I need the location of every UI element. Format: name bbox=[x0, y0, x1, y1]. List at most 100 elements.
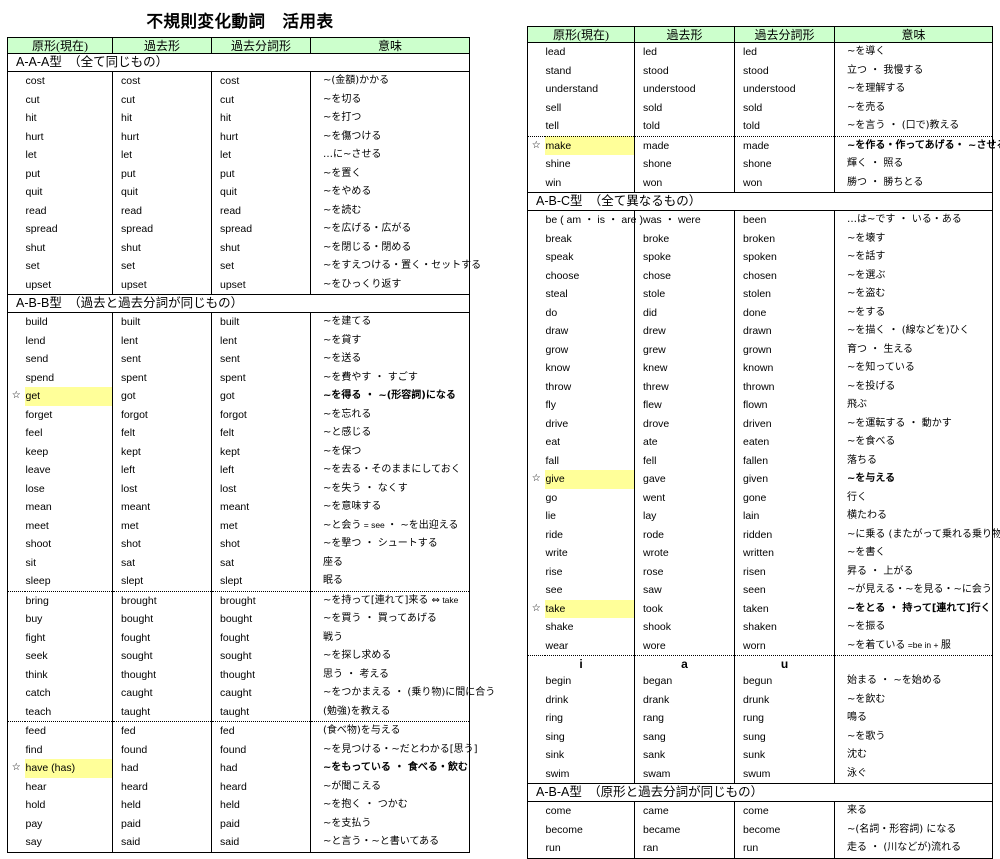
verb-meaning: ~を選ぶ bbox=[834, 266, 993, 285]
table-row[interactable]: win won won 勝つ ・ 勝ちとる bbox=[527, 173, 993, 193]
table-header-row: 原形(現在) 過去形 過去分詞形 意味 bbox=[7, 37, 470, 54]
table-row[interactable]: sell sold sold ~を売る bbox=[527, 98, 993, 117]
table-row[interactable]: stand stood stood 立つ ・ 我慢する bbox=[527, 61, 993, 80]
table-row[interactable]: mean meant meant ~を意味する bbox=[7, 498, 470, 517]
table-row[interactable]: read read read ~を読む bbox=[7, 201, 470, 220]
star-marker-cell bbox=[527, 340, 545, 359]
table-row[interactable]: spread spread spread ~を広げる・広がる bbox=[7, 220, 470, 239]
table-row[interactable]: hurt hurt hurt ~を傷つける bbox=[7, 127, 470, 146]
table-row[interactable]: eat ate eaten ~を食べる bbox=[527, 433, 993, 452]
table-row[interactable]: hear heard heard ~が聞こえる bbox=[7, 777, 470, 796]
table-row[interactable]: shut shut shut ~を閉じる・閉める bbox=[7, 238, 470, 257]
table-row[interactable]: send sent sent ~を送る bbox=[7, 350, 470, 369]
verb-past-form: came bbox=[634, 801, 735, 821]
table-row[interactable]: keep kept kept ~を保つ bbox=[7, 442, 470, 461]
verb-past-participle-form: sung bbox=[734, 727, 835, 746]
verb-past-participle-form: found bbox=[211, 740, 311, 759]
table-row[interactable]: teach taught taught (勉強)を教える bbox=[7, 702, 470, 722]
table-row[interactable]: pay paid paid ~を支払う bbox=[7, 814, 470, 833]
table-row[interactable]: sing sang sung ~を歌う bbox=[527, 727, 993, 746]
table-row[interactable]: go went gone 行く bbox=[527, 488, 993, 507]
table-row[interactable]: find found found ~を見つける・~だとわかる[思う] bbox=[7, 740, 478, 759]
table-row[interactable]: sink sank sunk 沈む bbox=[527, 746, 993, 765]
table-row[interactable]: fight fought fought 戦う bbox=[7, 628, 470, 647]
verb-meaning: ~を描く ・ (線などを)ひく bbox=[834, 322, 993, 341]
table-row[interactable]: shine shone shone 輝く ・ 照る bbox=[527, 155, 993, 174]
table-row[interactable]: lend lent lent ~を貸す bbox=[7, 331, 470, 350]
table-row[interactable]: lie lay lain 横たわる bbox=[527, 507, 993, 526]
table-row[interactable]: be ( am ・ is ・ are ) was ・ were been …は~です … bbox=[527, 210, 993, 230]
table-row[interactable]: draw drew drawn ~を描く ・ (線などを)ひく bbox=[527, 322, 993, 341]
table-row[interactable]: know knew known ~を知っている bbox=[527, 359, 993, 378]
table-row[interactable]: say said said ~と言う・~と書いてある bbox=[7, 833, 470, 852]
verb-past-participle-form: shone bbox=[734, 155, 835, 174]
table-row[interactable]: steal stole stolen ~を盗む bbox=[527, 285, 993, 304]
table-row[interactable]: wear wore worn ~を着ている =be in + 服 bbox=[527, 636, 993, 656]
table-row[interactable]: catch caught caught ~をつかまえる ・ (乗り物)に間に合う bbox=[7, 684, 495, 703]
table-row[interactable]: grow grew grown 育つ ・ 生える bbox=[527, 340, 993, 359]
table-row[interactable]: break broke broken ~を壊す bbox=[527, 229, 993, 248]
table-row[interactable]: do did done ~をする bbox=[527, 303, 993, 322]
table-row[interactable]: ☆ make made made ~を作る・作ってあげる・ ~させる bbox=[527, 135, 1000, 155]
table-row[interactable]: ☆ get got got ~を得る ・ ~(形容詞)になる bbox=[7, 387, 470, 406]
table-row[interactable]: choose chose chosen ~を選ぶ bbox=[527, 266, 993, 285]
table-row[interactable]: put put put ~を置く bbox=[7, 164, 470, 183]
table-row[interactable]: ☆ give gave given ~を与える bbox=[527, 470, 993, 489]
table-row[interactable]: hold held held ~を抱く ・ つかむ bbox=[7, 796, 470, 815]
table-row[interactable]: ride rode ridden ~に乗る (またがって乗れる乗り物) bbox=[527, 525, 1000, 544]
verb-meaning: (食べ物)を与える bbox=[310, 721, 470, 741]
verb-meaning: ~を見つける・~だとわかる[思う] bbox=[310, 740, 478, 759]
table-row[interactable]: lead led led ~を導く bbox=[527, 42, 993, 62]
table-row[interactable]: write wrote written ~を書く bbox=[527, 544, 993, 563]
table-row[interactable]: become became become ~(名詞・形容詞) になる bbox=[527, 820, 993, 839]
table-row[interactable]: set set set ~をすえつける・置く・セットする bbox=[7, 257, 481, 276]
table-row[interactable]: think thought thought 思う ・ 考える bbox=[7, 665, 470, 684]
table-row[interactable]: bring brought brought ~を持って[連れて]来る ⇔ take bbox=[7, 590, 470, 610]
table-row[interactable]: meet met met ~と会う = see ・ ~を出迎える bbox=[7, 516, 470, 535]
table-row[interactable]: quit quit quit ~をやめる bbox=[7, 183, 470, 202]
star-marker-cell bbox=[527, 672, 545, 691]
table-row[interactable]: see saw seen ~が見える・~を見る・~に会う bbox=[527, 581, 993, 600]
table-row[interactable]: ring rang rung 鳴る bbox=[527, 709, 993, 728]
table-row[interactable]: swim swam swum 泳ぐ bbox=[527, 764, 993, 784]
table-row[interactable]: throw threw thrown ~を投げる bbox=[527, 377, 993, 396]
table-row[interactable]: spend spent spent ~を費やす ・ すごす bbox=[7, 368, 470, 387]
verb-past-participle-form: run bbox=[734, 839, 835, 858]
table-row[interactable]: feel felt felt ~と感じる bbox=[7, 424, 470, 443]
table-row[interactable]: sleep slept slept 眠る bbox=[7, 572, 470, 591]
table-row[interactable]: shake shook shaken ~を振る bbox=[527, 618, 993, 637]
table-row[interactable]: ☆ take took taken ~をとる ・ 持って[連れて]行く bbox=[527, 599, 993, 618]
star-marker-cell bbox=[527, 618, 545, 637]
table-row[interactable]: fly flew flown 飛ぶ bbox=[527, 396, 993, 415]
table-row[interactable]: drive drove driven ~を運転する ・ 動かす bbox=[527, 414, 993, 433]
table-row[interactable]: upset upset upset ~をひっくり返す bbox=[7, 275, 470, 295]
verb-base-form: cost bbox=[24, 71, 113, 91]
verb-past-participle-form: cut bbox=[211, 90, 311, 109]
table-row[interactable]: lose lost lost ~を失う ・ なくす bbox=[7, 479, 470, 498]
table-row[interactable]: leave left left ~を去る・そのままにしておく bbox=[7, 461, 470, 480]
table-row[interactable]: ☆ have (has) had had ~をもっている ・ 食べる・飲む bbox=[7, 759, 470, 778]
table-row[interactable]: hit hit hit ~を打つ bbox=[7, 109, 470, 128]
table-row[interactable]: sit sat sat 座る bbox=[7, 553, 470, 572]
table-row[interactable]: tell told told ~を言う ・ (口で)教える bbox=[527, 117, 993, 136]
table-row[interactable]: shoot shot shot ~を撃つ ・ シュートする bbox=[7, 535, 470, 554]
verb-past-participle-form: thrown bbox=[734, 377, 835, 396]
table-row[interactable]: build built built ~を建てる bbox=[7, 312, 470, 332]
table-row[interactable]: cost cost cost ~(金額)かかる bbox=[7, 71, 470, 91]
table-row[interactable]: drink drank drunk ~を飲む bbox=[527, 690, 993, 709]
table-row[interactable]: understand understood understood ~を理解する bbox=[527, 80, 993, 99]
table-row[interactable]: rise rose risen 昇る ・ 上がる bbox=[527, 562, 993, 581]
verb-past-participle-form: flown bbox=[734, 396, 835, 415]
table-row[interactable]: forget forgot forgot ~を忘れる bbox=[7, 405, 470, 424]
table-row[interactable]: come came come 来る bbox=[527, 801, 993, 821]
table-row[interactable]: let let let …に~させる bbox=[7, 146, 470, 165]
table-row[interactable]: fall fell fallen 落ちる bbox=[527, 451, 993, 470]
table-row[interactable]: seek sought sought ~を探し求める bbox=[7, 647, 470, 666]
verb-base-form: have (has) bbox=[24, 759, 113, 778]
table-row[interactable]: begin began begun 始まる ・ ~を始める bbox=[527, 672, 993, 691]
table-row[interactable]: feed fed fed (食べ物)を与える bbox=[7, 721, 470, 741]
table-row[interactable]: run ran run 走る ・ (川などが)流れる bbox=[527, 839, 993, 858]
table-row[interactable]: speak spoke spoken ~を話す bbox=[527, 248, 993, 267]
table-row[interactable]: cut cut cut ~を切る bbox=[7, 90, 470, 109]
table-row[interactable]: buy bought bought ~を買う ・ 買ってあげる bbox=[7, 610, 470, 629]
